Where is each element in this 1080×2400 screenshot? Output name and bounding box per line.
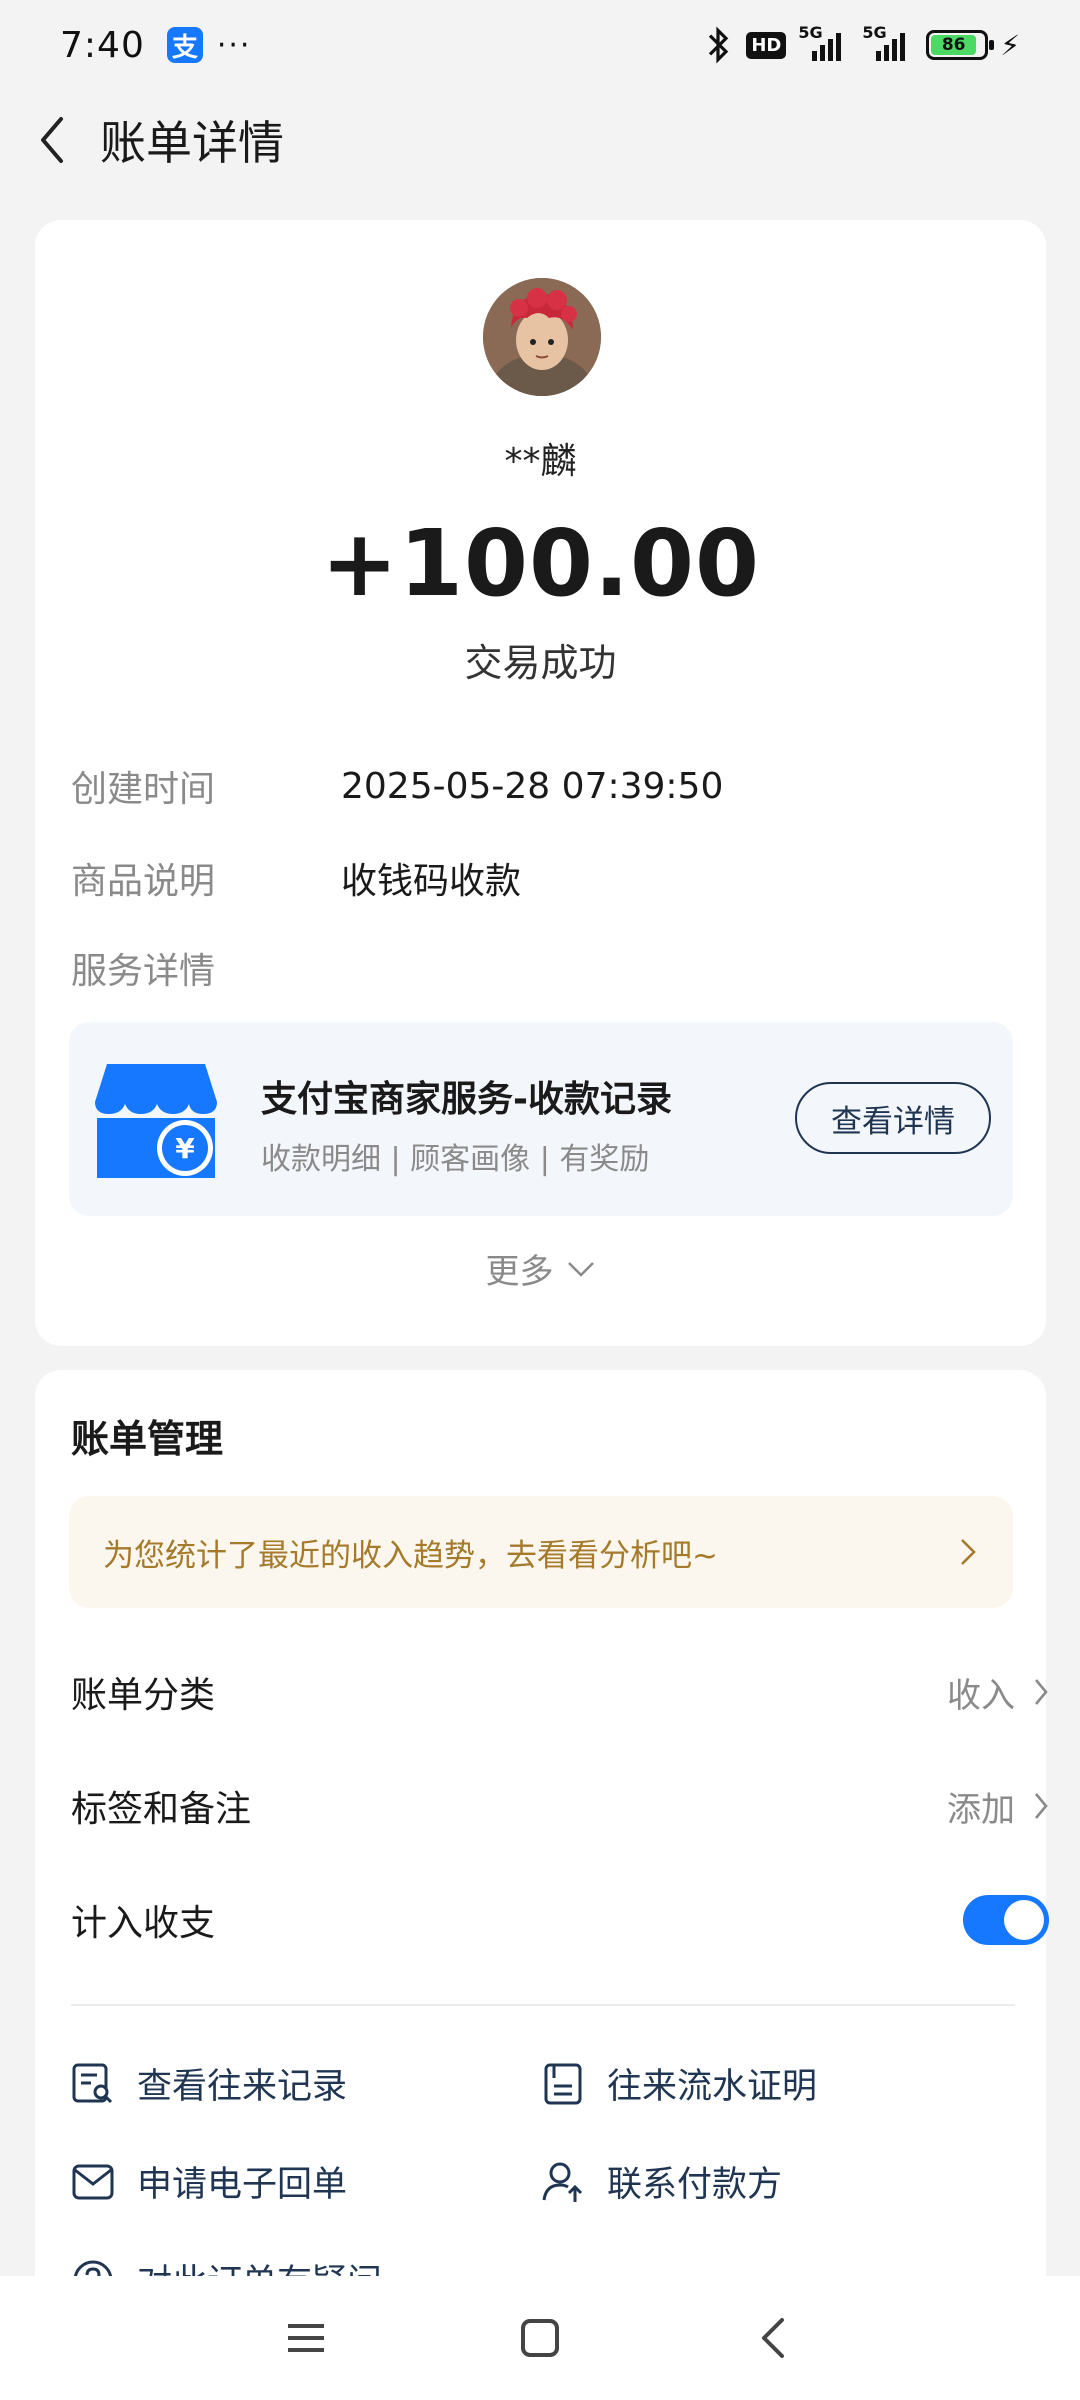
row-label: 账单分类 bbox=[71, 1675, 216, 1716]
status-icons: HD 5G 5G 86 ⚡ bbox=[702, 23, 1020, 65]
view-history-button[interactable]: 查看往来记录 bbox=[71, 2058, 347, 2109]
service-subtitle: 收款明细 | 顾客画像 | 有奖励 bbox=[261, 1142, 650, 1177]
signal-label: 5G bbox=[798, 23, 823, 42]
action-label: 查看往来记录 bbox=[137, 2067, 348, 2107]
bill-category-row[interactable]: 账单分类 收入 bbox=[71, 1652, 1049, 1732]
bill-management-card: 账单管理 为您统计了最近的收入趋势，去看看分析吧~ 账单分类 收入 标签和备注 … bbox=[35, 1370, 1049, 2400]
signal-5g-icon-1: 5G bbox=[798, 23, 850, 61]
payer-name: **麟 bbox=[504, 441, 577, 482]
chevron-right-icon bbox=[1035, 1793, 1048, 1819]
toggle-knob bbox=[1004, 1900, 1044, 1940]
battery-icon: 86 bbox=[926, 30, 995, 60]
field-label: 商品说明 bbox=[71, 861, 216, 902]
field-label: 创建时间 bbox=[71, 769, 216, 810]
search-doc-icon bbox=[72, 2063, 113, 2103]
chevron-right-icon bbox=[1035, 1679, 1048, 1705]
service-detail-row: 服务详情 bbox=[71, 942, 341, 994]
back-icon[interactable] bbox=[752, 2316, 796, 2360]
shop-icon: ¥ bbox=[95, 1064, 217, 1178]
chevron-down-icon bbox=[567, 1261, 594, 1277]
row-value-group: 收入 bbox=[947, 1668, 1049, 1717]
created-time-row: 创建时间 2025-05-28 07:39:50 bbox=[71, 760, 723, 812]
battery-level: 86 bbox=[931, 35, 977, 55]
section-title: 账单管理 bbox=[71, 1417, 224, 1461]
divider bbox=[71, 2004, 1015, 2006]
status-bar: 7:40 支 ··· HD 5G 5G 86 ⚡ bbox=[0, 0, 1080, 90]
signal-label: 5G bbox=[862, 23, 887, 42]
mail-icon bbox=[72, 2164, 114, 2199]
field-value: 2025-05-28 07:39:50 bbox=[341, 765, 724, 807]
chevron-right-icon bbox=[961, 1539, 976, 1565]
e-receipt-button[interactable]: 申请电子回单 bbox=[71, 2156, 347, 2207]
more-label: 更多 bbox=[485, 1252, 554, 1292]
svg-text:¥: ¥ bbox=[175, 1132, 195, 1165]
field-value: 收钱码收款 bbox=[341, 861, 522, 902]
income-trend-banner[interactable]: 为您统计了最近的收入趋势，去看看分析吧~ bbox=[69, 1496, 1013, 1608]
transaction-amount: +100.00 bbox=[320, 510, 761, 617]
transaction-proof-button[interactable]: 往来流水证明 bbox=[541, 2058, 817, 2109]
include-in-stats-toggle[interactable] bbox=[963, 1895, 1049, 1945]
hd-voice-icon: HD bbox=[746, 31, 787, 59]
transaction-detail-card: **麟 +100.00 交易成功 创建时间 2025-05-28 07:39:5… bbox=[35, 220, 1046, 1346]
person-upload-icon bbox=[542, 2162, 583, 2202]
row-label: 计入收支 bbox=[71, 1903, 216, 1944]
more-button[interactable]: 更多 bbox=[35, 1244, 1046, 1293]
transaction-status: 交易成功 bbox=[464, 641, 617, 685]
contact-payer-button[interactable]: 联系付款方 bbox=[541, 2156, 782, 2207]
action-label: 往来流水证明 bbox=[607, 2067, 818, 2107]
tags-notes-row[interactable]: 标签和备注 添加 bbox=[71, 1766, 1049, 1846]
avatar[interactable] bbox=[483, 278, 601, 396]
status-time: 7:40 bbox=[60, 24, 145, 66]
action-label: 申请电子回单 bbox=[137, 2165, 348, 2205]
header: 账单详情 bbox=[0, 90, 1080, 190]
field-label: 服务详情 bbox=[71, 951, 216, 992]
page-title: 账单详情 bbox=[100, 116, 284, 170]
home-icon[interactable] bbox=[518, 2316, 562, 2360]
row-value: 添加 bbox=[947, 1789, 1015, 1830]
charging-icon: ⚡ bbox=[1000, 28, 1020, 62]
promo-text: 为您统计了最近的收入趋势，去看看分析吧~ bbox=[103, 1537, 718, 1574]
row-value-group: 添加 bbox=[947, 1782, 1049, 1831]
alipay-notification-icon: 支 bbox=[166, 27, 203, 63]
more-notifications-icon: ··· bbox=[216, 27, 252, 63]
service-title: 支付宝商家服务-收款记录 bbox=[261, 1079, 672, 1120]
merchant-service-card[interactable]: ¥ 支付宝商家服务-收款记录 收款明细 | 顾客画像 | 有奖励 查看详情 bbox=[69, 1022, 1013, 1216]
doc-icon bbox=[544, 2063, 582, 2104]
view-details-button[interactable]: 查看详情 bbox=[795, 1082, 991, 1154]
row-value: 收入 bbox=[947, 1675, 1015, 1716]
signal-5g-icon-2: 5G bbox=[862, 23, 914, 61]
row-label: 标签和备注 bbox=[71, 1789, 252, 1830]
product-desc-row: 商品说明 收钱码收款 bbox=[71, 852, 521, 904]
system-nav-bar bbox=[0, 2276, 1080, 2400]
bluetooth-icon bbox=[709, 26, 729, 64]
back-arrow-icon[interactable] bbox=[32, 110, 72, 170]
include-in-stats-row: 计入收支 bbox=[71, 1880, 1049, 1960]
menu-icon[interactable] bbox=[284, 2316, 328, 2360]
action-label: 联系付款方 bbox=[607, 2165, 783, 2205]
